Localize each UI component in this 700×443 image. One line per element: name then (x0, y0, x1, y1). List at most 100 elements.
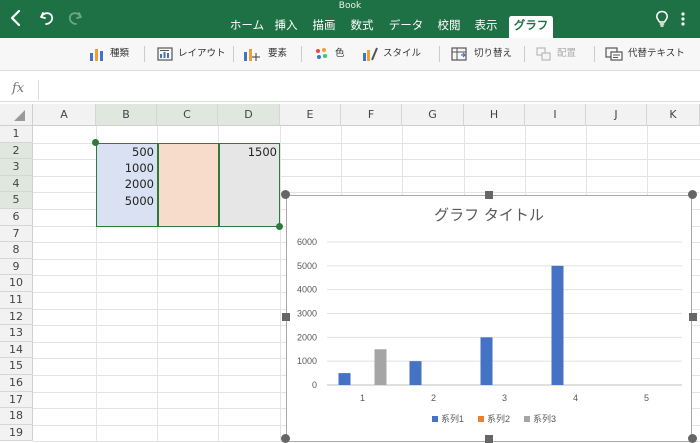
chart-handle-top-left[interactable] (281, 190, 290, 199)
row-header-2[interactable]: 2 (0, 142, 33, 160)
row-header-19[interactable]: 19 (0, 424, 33, 442)
legend-entry: 系列2 (487, 413, 510, 424)
formula-bar-divider (38, 80, 39, 100)
chart-handle-middle-right[interactable] (689, 313, 697, 321)
row-header-14[interactable]: 14 (0, 341, 33, 359)
chart-handle-top-right[interactable] (688, 190, 697, 199)
arrange-button[interactable]: 配置 (536, 45, 576, 63)
cell-b5[interactable]: 5000 (96, 193, 154, 209)
row-header-3[interactable]: 3 (0, 159, 33, 176)
redo-icon[interactable] (66, 8, 84, 31)
cell-b3[interactable]: 1000 (96, 160, 154, 176)
row-header-7[interactable]: 7 (0, 225, 33, 243)
fx-icon[interactable]: fx (12, 81, 24, 96)
row-header-16[interactable]: 16 (0, 375, 33, 392)
column-header-j[interactable]: J (586, 104, 647, 126)
cell-d2[interactable]: 1500 (218, 144, 277, 160)
column-header-g[interactable]: G (402, 104, 464, 126)
chart-elements-label: 要素 (268, 48, 288, 59)
bar-chart-icon (89, 47, 105, 61)
toolbar-divider (144, 46, 145, 62)
tab-home[interactable]: ホーム (223, 16, 271, 38)
column-header-f[interactable]: F (341, 104, 402, 126)
legend-swatch (432, 416, 438, 422)
row-header-1[interactable]: 1 (0, 126, 33, 143)
row-header-17[interactable]: 17 (0, 391, 33, 409)
formula-input[interactable] (44, 80, 694, 100)
column-header-a[interactable]: A (33, 104, 96, 126)
row-header-4[interactable]: 4 (0, 175, 33, 193)
column-header-k[interactable]: K (647, 104, 700, 126)
gridline (280, 126, 281, 442)
toolbar-divider (439, 46, 440, 62)
range-handle-bottom-right[interactable] (276, 223, 283, 230)
chart-style-button[interactable]: スタイル (362, 45, 421, 63)
layout-label: レイアウト (178, 48, 226, 59)
toolbar-divider (233, 46, 234, 62)
more-options-icon[interactable] (680, 10, 686, 32)
cell-b4[interactable]: 2000 (96, 176, 154, 192)
undo-icon[interactable] (38, 8, 56, 31)
layout-button[interactable]: レイアウト (157, 45, 226, 63)
chart-color-label: 色 (335, 48, 345, 59)
legend-entry: 系列3 (533, 413, 556, 424)
column-header-h[interactable]: H (464, 104, 525, 126)
row-header-15[interactable]: 15 (0, 358, 33, 375)
tab-formulas[interactable]: 数式 (347, 16, 377, 38)
column-header-e[interactable]: E (280, 104, 341, 126)
x-tick-label: 2 (431, 393, 436, 403)
x-tick-label: 5 (644, 393, 649, 403)
chart-color-button[interactable]: 色 (314, 45, 345, 63)
legend-swatch (524, 416, 530, 422)
layout-icon (157, 47, 173, 61)
row-header-10[interactable]: 10 (0, 275, 33, 292)
column-header-b[interactable]: B (96, 104, 157, 126)
tab-insert[interactable]: 挿入 (271, 16, 301, 38)
chart-handle-top-middle[interactable] (485, 191, 493, 199)
column-header-d[interactable]: D (218, 104, 280, 126)
row-header-5[interactable]: 5 (0, 192, 33, 209)
row-header-12[interactable]: 12 (0, 308, 33, 326)
alt-text-label: 代替テキスト (628, 48, 685, 59)
chart-type-label: 種類 (110, 48, 130, 59)
select-all-corner[interactable] (0, 104, 33, 126)
column-header-c[interactable]: C (157, 104, 218, 126)
column-header-i[interactable]: I (525, 104, 586, 126)
row-header-13[interactable]: 13 (0, 325, 33, 342)
chart-type-button[interactable]: 種類 (89, 45, 129, 63)
y-tick-label: 1000 (297, 356, 317, 366)
row-header-9[interactable]: 9 (0, 258, 33, 276)
document-title: Book (338, 1, 362, 11)
switch-row-column-button[interactable]: 切り替え (451, 45, 512, 63)
chart-object[interactable]: グラフ タイトル 0 1000 2000 3000 4000 5000 6000 1 2 3 4 5 系… (286, 195, 692, 442)
tab-data[interactable]: データ (385, 16, 427, 38)
bar-系列1-2 (409, 361, 422, 385)
tab-draw[interactable]: 描画 (309, 16, 339, 38)
x-tick-label: 4 (573, 393, 578, 403)
row-header-11[interactable]: 11 (0, 292, 33, 309)
cell-b2[interactable]: 500 (96, 144, 154, 160)
range-divider (157, 143, 159, 227)
back-icon[interactable] (9, 8, 23, 31)
y-tick-label: 3000 (297, 309, 317, 319)
row-header-8[interactable]: 8 (0, 242, 33, 259)
tab-review[interactable]: 校閲 (434, 16, 464, 38)
tab-view[interactable]: 表示 (471, 16, 501, 38)
row-header-6[interactable]: 6 (0, 209, 33, 226)
tab-chart[interactable]: グラフ (508, 16, 554, 38)
alt-text-button[interactable]: 代替テキスト (605, 45, 685, 63)
chart-style-label: スタイル (383, 48, 422, 59)
y-tick-label: 6000 (297, 237, 317, 247)
y-tick-label: 2000 (297, 332, 317, 342)
bar-系列1-3 (480, 337, 493, 385)
chart-handle-middle-left[interactable] (282, 313, 290, 321)
row-header-18[interactable]: 18 (0, 408, 33, 425)
chart-elements-button[interactable]: 要素 (243, 45, 287, 63)
y-tick-label: 5000 (297, 261, 317, 271)
chart-elements-icon (243, 47, 263, 61)
toolbar-divider (524, 46, 525, 62)
bar-系列1-1 (338, 373, 351, 385)
brush-icon (362, 47, 378, 61)
lightbulb-icon[interactable] (655, 10, 669, 32)
y-tick-label: 4000 (297, 285, 317, 295)
